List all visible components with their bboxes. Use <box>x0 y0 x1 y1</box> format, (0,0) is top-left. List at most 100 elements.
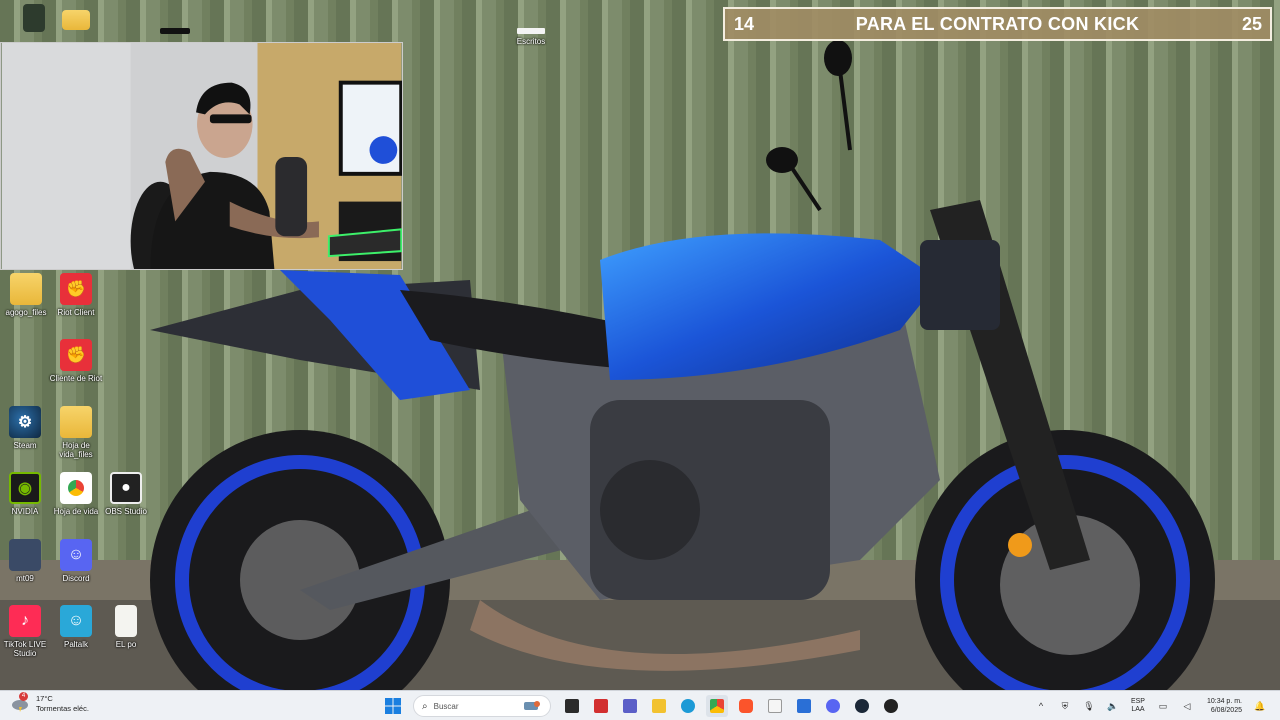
system-tray: ^ ⛨ 🎙 🔈 ESP LAA ▭ ◁ 10:34 p. m. 6/08/202… <box>1029 691 1272 720</box>
taskbar-teams[interactable] <box>619 695 641 717</box>
desktop-icon-hoja-de-vida[interactable]: Hoja de vida <box>48 472 104 516</box>
taskbar-search[interactable]: ⌕ Buscar <box>413 695 551 717</box>
desktop-icon-label: EL po <box>115 640 137 649</box>
desktop-icon-steam[interactable]: ⚙ Steam <box>0 406 53 450</box>
search-placeholder: Buscar <box>433 701 459 711</box>
weather-widget[interactable]: 4 17°C Tormentas eléc. <box>10 692 89 714</box>
obs-icon: ● <box>110 472 142 504</box>
clock[interactable]: 10:34 p. m. 6/08/2025 <box>1207 697 1242 715</box>
stream-goal-banner: 14 PARA EL CONTRATO CON KICK 25 <box>723 7 1272 41</box>
desktop-icon-obs-studio[interactable]: ● OBS Studio <box>98 472 154 516</box>
folder-icon <box>60 406 92 438</box>
weather-temp: 17°C <box>36 694 53 703</box>
network-icon[interactable]: ▭ <box>1156 699 1170 713</box>
taskbar-discord[interactable] <box>822 695 844 717</box>
show-hidden-icons-chevron-icon[interactable]: ^ <box>1034 699 1048 713</box>
clock-date: 6/08/2025 <box>1210 707 1242 714</box>
windows-icon <box>384 698 401 714</box>
image-icon <box>9 539 41 571</box>
desktop-icon-label: Paltalk <box>63 640 88 649</box>
goal-text: PARA EL CONTRATO CON KICK <box>855 13 1140 34</box>
taskbar-obs[interactable] <box>880 695 902 717</box>
edge-icon <box>680 699 695 713</box>
desktop-icon-escritos[interactable]: Escritos <box>503 28 559 46</box>
steam-icon <box>854 699 869 713</box>
language-code: ESP <box>1130 698 1145 705</box>
desktop-icon-label: Escritos <box>516 37 546 46</box>
speaker-icon[interactable]: ◁ <box>1180 699 1194 713</box>
language-indicator[interactable]: ESP LAA <box>1131 698 1145 714</box>
taskbar-chrome[interactable] <box>705 695 728 717</box>
task-view-button[interactable] <box>561 695 583 717</box>
desktop-icon-label: NVIDIA <box>11 507 39 516</box>
user-photo-icon <box>23 4 45 32</box>
search-highlight-icon <box>524 701 540 710</box>
task-view-icon <box>564 699 579 713</box>
desktop-icon-folder-top[interactable] <box>48 4 104 33</box>
folder-icon <box>651 699 666 713</box>
goal-target-count: 25 <box>1241 13 1262 34</box>
notifications-icon[interactable]: 🔔 <box>1253 699 1267 713</box>
discord-icon: ☺ <box>60 539 92 571</box>
taskbar-app-red[interactable] <box>590 695 612 717</box>
desktop-icon-label: mt09 <box>16 574 34 583</box>
chrome-icon <box>709 699 724 713</box>
red-app-icon <box>593 699 608 713</box>
weather-desc: Tormentas eléc. <box>36 704 89 713</box>
document-icon <box>115 605 137 637</box>
desktop-icon-label: TikTok LIVE Studio <box>3 640 47 658</box>
obs-icon <box>883 699 898 713</box>
desktop-icon-black-bar <box>160 28 190 34</box>
taskbar-brave[interactable] <box>735 695 757 717</box>
chrome-document-icon <box>60 472 92 504</box>
volume-icon[interactable]: 🔈 <box>1106 699 1120 713</box>
desktop-icon-paltalk[interactable]: ☺ Paltalk <box>48 605 104 649</box>
taskbar-app-doc[interactable] <box>764 695 786 717</box>
desktop-icon-label: Riot Client <box>57 308 95 317</box>
taskbar: 4 17°C Tormentas eléc. ⌕ Buscar ^ ⛨ 🎙 🔈 … <box>0 690 1280 720</box>
paltalk-icon: ☺ <box>60 605 92 637</box>
desktop-icon-agogo-files[interactable]: agogo_files <box>0 273 54 317</box>
desktop-icon-label: agogo_files <box>5 308 47 317</box>
steam-icon: ⚙ <box>9 406 41 438</box>
desktop-icon-cliente-de-riot[interactable]: ✊ Cliente de Riot <box>48 339 104 383</box>
desktop-icon-label: Hoja de vida <box>53 507 99 516</box>
desktop-icon-tiktok-live-studio[interactable]: ♪ TikTok LIVE Studio <box>0 605 53 658</box>
desktop-icon-el-po[interactable]: EL po <box>98 605 154 649</box>
goal-current-count: 14 <box>734 13 755 34</box>
security-icon[interactable]: ⛨ <box>1058 699 1072 713</box>
microphone-icon[interactable]: 🎙 <box>1082 699 1096 713</box>
document-app-icon <box>767 699 782 713</box>
folder-icon <box>10 273 42 305</box>
desktop-icon-label: Hoja de vida_files <box>59 441 93 459</box>
taskbar-file-explorer[interactable] <box>648 695 670 717</box>
desktop-icon-discord[interactable]: ☺ Discord <box>48 539 104 583</box>
start-button[interactable] <box>382 695 404 717</box>
desktop-icon-nvidia[interactable]: ◉ NVIDIA <box>0 472 53 516</box>
taskbar-edge[interactable] <box>677 695 699 717</box>
tiktok-icon: ♪ <box>9 605 41 637</box>
riot-icon: ✊ <box>60 339 92 371</box>
clock-time: 10:34 p. m. <box>1206 698 1242 705</box>
storm-cloud-icon: 4 <box>10 692 30 714</box>
discord-icon <box>825 699 840 713</box>
riot-icon: ✊ <box>60 273 92 305</box>
taskbar-steam[interactable] <box>851 695 873 717</box>
desktop-icon-mt09[interactable]: mt09 <box>0 539 53 583</box>
weather-alert-badge: 4 <box>19 692 28 701</box>
webcam-overlay <box>0 42 403 270</box>
teams-icon <box>622 699 637 713</box>
nvidia-icon: ◉ <box>9 472 41 504</box>
desktop-icon-label: Discord <box>62 574 90 583</box>
store-icon <box>796 699 811 713</box>
folder-icon <box>62 10 90 30</box>
language-region: LAA <box>1131 706 1145 713</box>
desktop-icon-label: OBS Studio <box>105 507 147 516</box>
desktop-icon-riot-client[interactable]: ✊ Riot Client <box>48 273 104 317</box>
search-icon: ⌕ <box>422 700 428 712</box>
brave-icon <box>738 699 753 713</box>
taskbar-store[interactable] <box>793 695 815 717</box>
document-icon <box>517 28 545 34</box>
desktop-icon-label: Cliente de Riot <box>49 374 103 383</box>
desktop-icon-hoja-de-vida-files[interactable]: Hoja de vida_files <box>48 406 104 459</box>
